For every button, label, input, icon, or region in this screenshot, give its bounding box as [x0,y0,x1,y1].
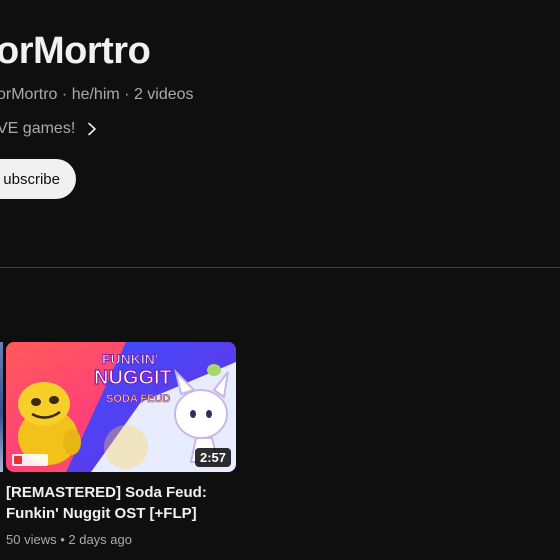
channel-page: orMortro orMortro · he/him · 2 videos VE… [0,0,560,560]
meta-separator: · [124,86,134,103]
channel-name: orMortro [0,30,151,72]
thumbnail-logo-line3: SODA FEUD [106,393,170,405]
video-views: 50 views [6,532,57,547]
chevron-right-icon [88,122,97,136]
video-thumbnail[interactable]: FUNKIN' NUGGIT SODA FEUD 2:57 [6,342,236,472]
thumbnail-logo-line1: FUNKIN' [102,351,158,367]
video-card[interactable]: FUNKIN' NUGGIT SODA FEUD 2:57 [REMASTERE… [6,342,238,547]
thumbnail-logo-line2: NUGGIT [94,367,172,389]
channel-description-text: VE games! [0,120,76,137]
channel-meta: orMortro · he/him · 2 videos [0,86,194,104]
subscribe-button[interactable]: ubscribe [0,159,76,199]
video-meta: 50 views • 2 days ago [6,532,238,547]
video-age: 2 days ago [68,532,132,547]
channel-video-count: 2 videos [133,86,194,103]
channel-pronouns: he/him [71,86,120,103]
meta-separator: · [61,86,72,103]
channel-handle: orMortro [0,86,58,103]
section-divider [0,267,560,268]
channel-description[interactable]: VE games! [0,120,99,138]
video-title[interactable]: [REMASTERED] Soda Feud: Funkin' Nuggit O… [6,482,238,524]
previous-video-thumbnail-edge[interactable] [0,342,3,472]
video-duration-badge: 2:57 [194,448,231,467]
